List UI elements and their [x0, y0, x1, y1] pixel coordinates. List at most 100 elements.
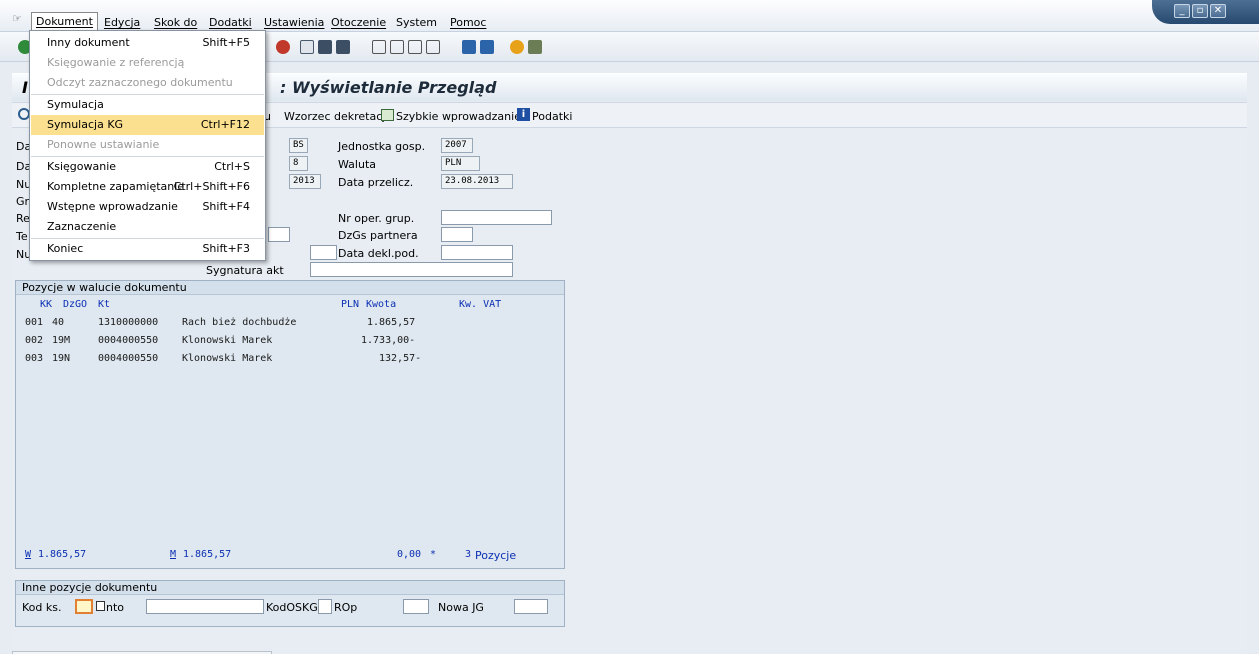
- waluta-field[interactable]: PLN: [441, 156, 480, 171]
- data-dekl-label: Data dekl.pod.: [338, 247, 419, 260]
- data-przelicz-label: Data przelicz.: [338, 176, 414, 189]
- kod-ks-label: Kod ks.: [22, 601, 62, 614]
- close-icon[interactable]: ✕: [1210, 4, 1226, 18]
- menu-item-ksiegowanie-z-referencja: Księgowanie z referencją: [47, 56, 185, 69]
- jednostka-field[interactable]: 2007: [441, 138, 473, 153]
- menu-item-kompletne-zapamietanie[interactable]: Kompletne zapamiętanie Ctrl+Shift+F6: [31, 177, 264, 197]
- wzorzec-dekretacji-button[interactable]: Wzorzec dekretacji: [284, 110, 388, 123]
- footer-m-label: M: [170, 549, 177, 560]
- kod-ks-input[interactable]: [75, 599, 93, 614]
- row-kt: 0004000550: [98, 353, 159, 364]
- row-no: 002: [25, 335, 44, 346]
- nowa-jg-input[interactable]: [514, 599, 548, 614]
- footer-count-label: Pozycje: [475, 549, 517, 562]
- dzgs-input[interactable]: [441, 227, 473, 242]
- kodoskg-input[interactable]: [318, 599, 332, 614]
- table-row[interactable]: 002 19M 0004000550 Klonowski Marek 1.733…: [16, 335, 564, 351]
- other-positions-group: Inne pozycje dokumentu Kod ks. nto KodOS…: [15, 580, 565, 627]
- row-name: Rach bież dochbudże: [182, 317, 297, 328]
- menu-item-symulacja-kg[interactable]: Symulacja KG Ctrl+F12: [31, 115, 264, 135]
- kodoskg-label: KodOSKG: [266, 601, 318, 614]
- help-icon[interactable]: [510, 40, 524, 54]
- other-positions-title: Inne pozycje dokumentu: [16, 581, 564, 595]
- col-kt[interactable]: Kt: [98, 299, 110, 310]
- podatki-button[interactable]: Podatki: [532, 110, 572, 123]
- text-field[interactable]: [268, 227, 290, 242]
- fast-entry-icon: [381, 109, 394, 121]
- dokument-dropdown: Inny dokument Shift+F5 Księgowanie z refe…: [29, 30, 266, 261]
- period-field[interactable]: 8: [289, 156, 308, 171]
- menu-skok-do[interactable]: Skok do: [154, 16, 197, 29]
- col-vat[interactable]: Kw. VAT: [459, 299, 501, 310]
- jednostka-label: Jednostka gosp.: [338, 140, 426, 153]
- hidden-label-5: Re: [16, 212, 30, 225]
- menu-pomoc[interactable]: Pomoc: [450, 16, 486, 29]
- shortcut-icon[interactable]: [480, 40, 494, 54]
- create-session-icon[interactable]: [462, 40, 476, 54]
- table-row[interactable]: 001 40 1310000000 Rach bież dochbudże 1.…: [16, 317, 564, 333]
- row-kk: 19N: [52, 353, 71, 364]
- menu-item-inny-dokument[interactable]: Inny dokument Shift+F5: [31, 33, 264, 53]
- menu-dokument[interactable]: Dokument: [31, 12, 98, 31]
- nu-field[interactable]: [310, 245, 337, 260]
- col-pln[interactable]: PLN: [341, 299, 359, 310]
- doc-type-field[interactable]: BS: [289, 138, 308, 153]
- maximize-icon[interactable]: ▫: [1192, 4, 1208, 18]
- col-kwota[interactable]: Kwota: [366, 299, 396, 310]
- footer-balance: 0,00: [397, 549, 422, 560]
- szybkie-wprowadzanie-button[interactable]: Szybkie wprowadzanie: [396, 110, 521, 123]
- col-kk[interactable]: KK: [40, 299, 52, 310]
- row-amount: 1.733,00-: [361, 335, 416, 346]
- menu-item-zaznaczenie[interactable]: Zaznaczenie: [31, 217, 264, 237]
- menu-edycja[interactable]: Edycja: [104, 16, 140, 29]
- menu-ustawienia[interactable]: Ustawienia: [264, 16, 324, 29]
- menu-otoczenie[interactable]: Otoczenie: [331, 16, 386, 29]
- row-amount: 132,57-: [379, 353, 422, 364]
- row-no: 001: [25, 317, 44, 328]
- cancel-icon[interactable]: [276, 40, 290, 54]
- menu-item-ksiegowanie[interactable]: Księgowanie Ctrl+S: [31, 157, 264, 177]
- year-field[interactable]: 2013: [289, 174, 321, 189]
- row-amount: 1.865,57: [367, 317, 416, 328]
- dzgs-label: DzGs partnera: [338, 229, 418, 242]
- table-row[interactable]: 003 19N 0004000550 Klonowski Marek 132,5…: [16, 353, 564, 369]
- last-page-icon[interactable]: [426, 40, 440, 54]
- menu-item-symulacja[interactable]: Symulacja: [31, 95, 264, 115]
- info-icon: i: [517, 108, 530, 121]
- value-help-icon[interactable]: [96, 601, 105, 611]
- hidden-label-6: Te: [16, 230, 28, 243]
- menu-item-ponowne-ustawianie: Ponowne ustawianie: [47, 138, 160, 151]
- print-icon[interactable]: [300, 40, 314, 54]
- rop-input[interactable]: [403, 599, 429, 614]
- nr-oper-label: Nr oper. grup.: [338, 212, 415, 225]
- find-next-icon[interactable]: [336, 40, 350, 54]
- first-page-icon[interactable]: [372, 40, 386, 54]
- system-menu-icon[interactable]: ☞: [12, 12, 22, 25]
- row-kt: 1310000000: [98, 317, 159, 328]
- layout-menu-icon[interactable]: [528, 40, 542, 54]
- sygnatura-label: Sygnatura akt: [206, 264, 284, 277]
- data-dekl-input[interactable]: [441, 245, 513, 260]
- row-kk: 40: [52, 317, 65, 328]
- find-icon[interactable]: [318, 40, 332, 54]
- konto-input[interactable]: [146, 599, 264, 614]
- menu-item-koniec[interactable]: Koniec Shift+F3: [31, 239, 264, 259]
- positions-group-title: Pozycje w walucie dokumentu: [16, 281, 564, 295]
- menu-item-wstepne-wprowadzanie[interactable]: Wstępne wprowadzanie Shift+F4: [31, 197, 264, 217]
- footer-star: *: [430, 549, 437, 560]
- minimize-icon[interactable]: _: [1174, 4, 1190, 18]
- row-no: 003: [25, 353, 44, 364]
- next-page-icon[interactable]: [408, 40, 422, 54]
- waluta-label: Waluta: [338, 158, 376, 171]
- menu-dodatki[interactable]: Dodatki: [209, 16, 252, 29]
- data-przelicz-field[interactable]: 23.08.2013: [441, 174, 513, 189]
- sygnatura-input[interactable]: [310, 262, 513, 277]
- rop-label: ROp: [334, 601, 358, 614]
- nr-oper-input[interactable]: [441, 210, 552, 225]
- page-title: : Wyświetlanie Przegląd: [280, 78, 497, 97]
- footer-w-value: 1.865,57: [38, 549, 87, 560]
- menu-system[interactable]: System: [396, 16, 437, 29]
- konto-label: nto: [106, 601, 125, 614]
- col-dzgo[interactable]: DzGO: [63, 299, 87, 310]
- previous-page-icon[interactable]: [390, 40, 404, 54]
